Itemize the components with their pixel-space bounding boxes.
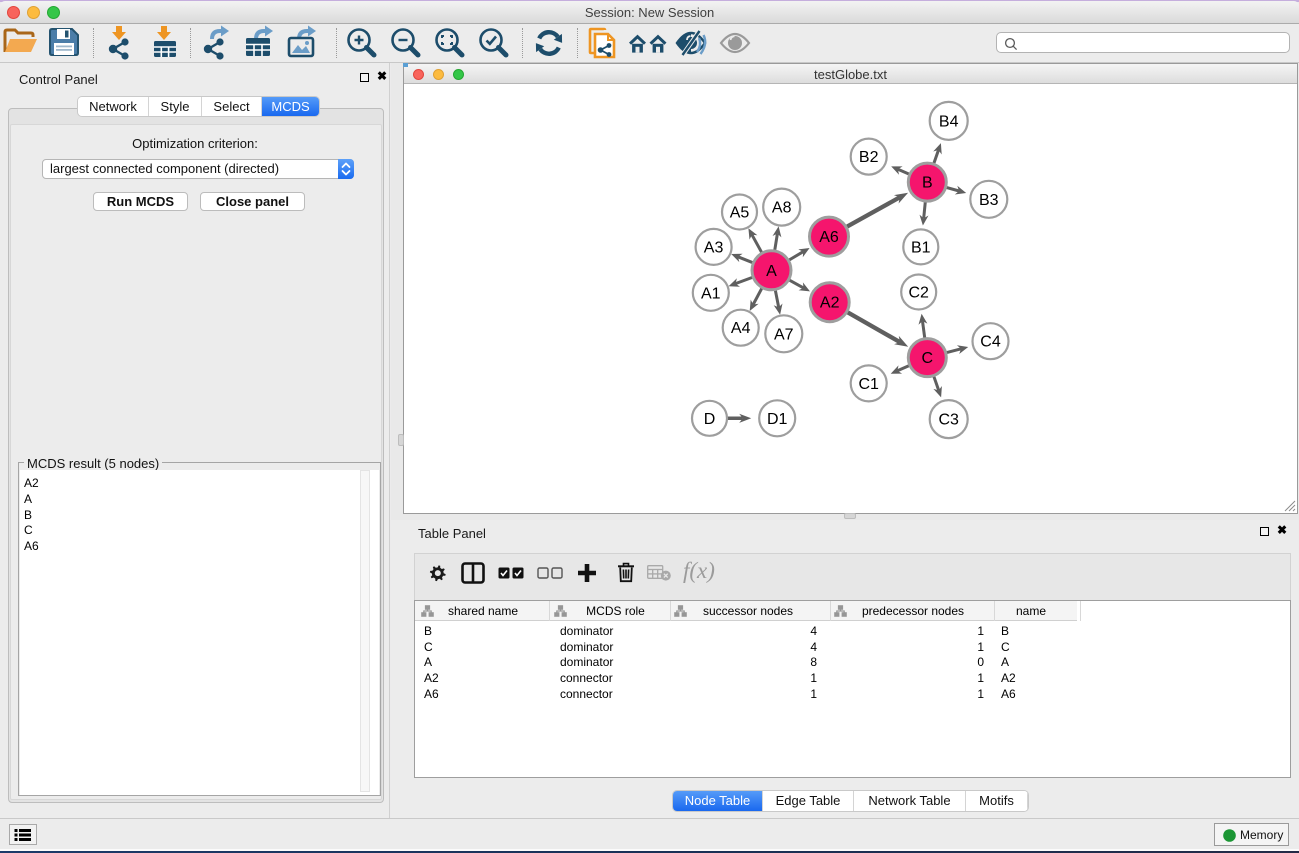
svg-text:A4: A4 [731,320,751,337]
svg-text:C3: C3 [938,412,959,429]
svg-text:A3: A3 [704,239,724,256]
svg-text:C4: C4 [980,334,1001,351]
svg-text:A5: A5 [730,205,750,222]
svg-text:B3: B3 [979,192,999,209]
svg-text:B1: B1 [911,239,931,256]
svg-text:A: A [766,263,777,280]
svg-text:B2: B2 [859,149,879,166]
svg-text:D: D [704,411,716,428]
svg-text:A2: A2 [820,295,840,312]
svg-text:C1: C1 [858,376,879,393]
svg-text:B: B [922,175,933,192]
svg-text:A6: A6 [819,229,839,246]
svg-text:D1: D1 [767,411,788,428]
svg-text:B4: B4 [939,113,959,130]
svg-text:A7: A7 [774,326,794,343]
svg-text:A1: A1 [701,285,721,302]
svg-text:A8: A8 [772,200,792,217]
svg-text:C2: C2 [908,285,929,302]
svg-text:C: C [922,350,934,367]
